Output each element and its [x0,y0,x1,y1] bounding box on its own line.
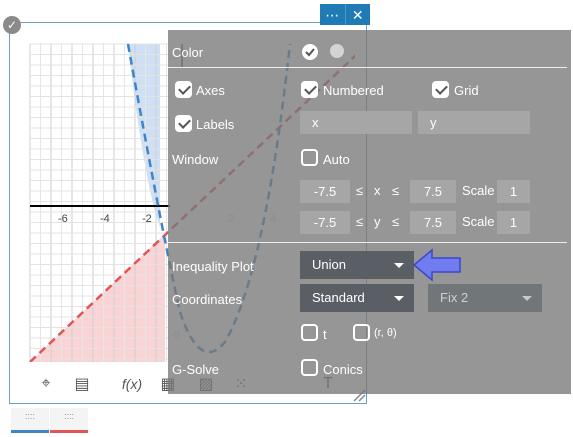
y-min-input[interactable]: -7.5 [300,211,350,234]
tab-grip: :::: [63,411,74,421]
le-symbol: ≤ [392,214,400,229]
x-scale-input[interactable]: 1 [497,180,530,203]
color-label: Color [172,45,204,60]
x-tick-label: -2 [142,213,152,225]
le-symbol: ≤ [392,183,400,198]
axes-checkbox[interactable] [175,81,192,98]
polar-label: (r, θ) [374,327,397,339]
tab-color-bar [50,430,88,433]
tab-grip: :::: [24,411,35,421]
x-tick-label: -6 [58,213,68,225]
precision-dropdown[interactable]: Fix 2 [428,284,542,312]
target-icon[interactable]: ⌖ [36,374,56,394]
caret-down-icon [522,296,532,301]
color-option-white-selected[interactable] [302,44,318,60]
x-max-input[interactable]: 7.5 [410,180,456,203]
coordinates-label: Coordinates [172,292,243,307]
divider [168,242,567,243]
le-symbol: ≤ [356,183,364,198]
auto-checkbox[interactable] [301,149,318,166]
coordinates-value: Standard [312,290,365,305]
x-axis-label-input[interactable]: x [300,111,412,134]
y-variable: y [374,214,381,229]
inequality-plot-dropdown[interactable]: Union [300,251,414,279]
gsolve-label: G-Solve [172,362,219,377]
graph-settings-panel: Color Axes Numbered Grid Labels x y Wind… [168,30,571,394]
t-checkbox[interactable] [301,324,318,341]
polar-checkbox[interactable] [353,324,370,341]
divider [168,67,567,68]
x-scale-label: Scale [462,183,495,198]
labels-label: Labels [196,117,235,132]
color-option-gray[interactable] [330,44,344,58]
graph-tab-red[interactable]: :::: [50,408,88,433]
y-scale-input[interactable]: 1 [497,211,530,234]
axes-label: Axes [196,83,225,98]
conics-checkbox[interactable] [301,359,318,376]
numbered-checkbox[interactable] [301,81,318,98]
caret-down-icon [394,263,404,268]
coordinates-dropdown[interactable]: Standard [300,284,414,312]
auto-label: Auto [323,152,350,167]
x-variable: x [374,183,381,198]
le-symbol: ≤ [356,214,364,229]
tab-color-bar [11,430,49,433]
numbered-label: Numbered [323,83,384,98]
conics-label: Conics [323,362,363,377]
function-icon[interactable]: f(x) [122,374,142,394]
inequality-plot-value: Union [312,257,346,272]
pointer-arrow-icon [412,248,461,282]
graph-tab-blue[interactable]: :::: [11,408,49,433]
x-tick-label: -4 [100,213,110,225]
list-icon[interactable]: ▤ [72,374,92,394]
y-max-input[interactable]: 7.5 [410,211,456,234]
x-min-input[interactable]: -7.5 [300,180,350,203]
caret-down-icon [394,296,404,301]
t-label: t [323,327,327,342]
y-axis-label-input[interactable]: y [418,111,530,134]
check-icon [305,48,315,57]
labels-checkbox[interactable] [175,115,192,132]
grid-label: Grid [454,83,479,98]
window-label: Window [172,152,219,167]
grid-checkbox[interactable] [432,81,449,98]
y-scale-label: Scale [462,214,495,229]
inequality-plot-label: Inequality Plot [172,259,254,274]
precision-value: Fix 2 [440,290,469,305]
